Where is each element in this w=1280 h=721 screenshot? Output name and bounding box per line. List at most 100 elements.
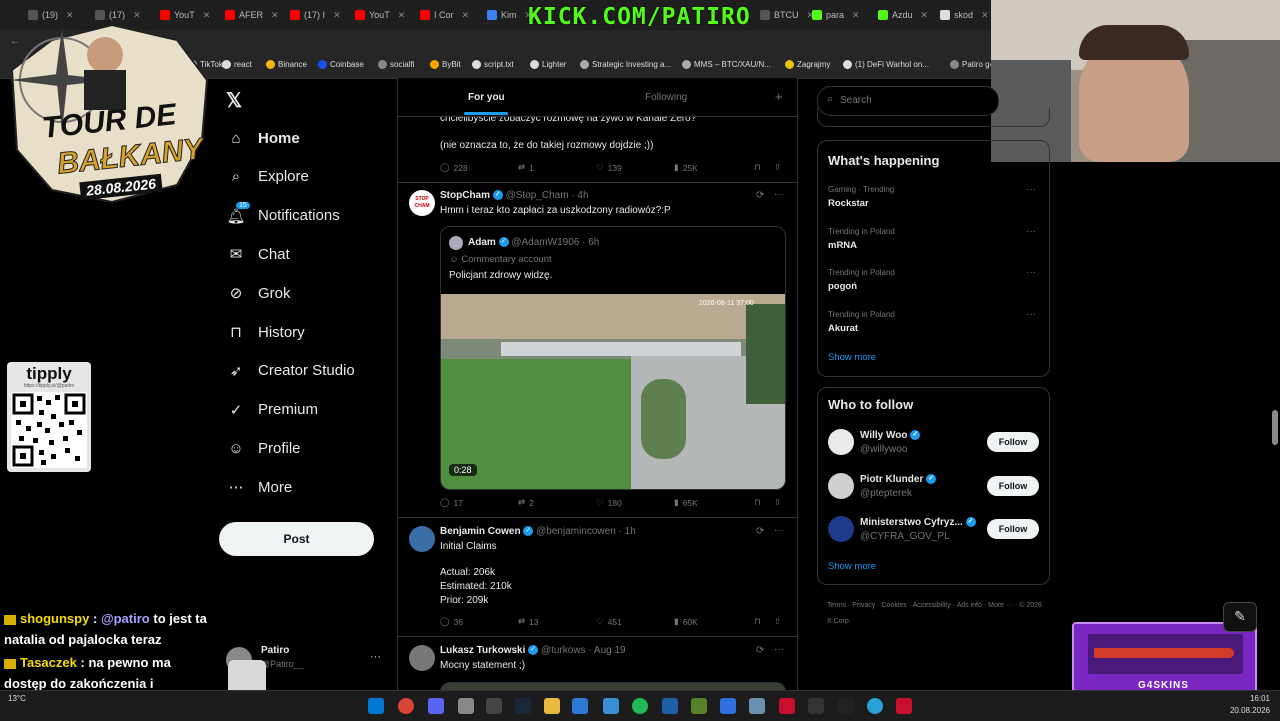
- views-button[interactable]: ▮ 60K: [674, 616, 698, 627]
- x-logo-icon[interactable]: 𝕏: [226, 88, 242, 113]
- nav-item-explore[interactable]: ⌕ Explore: [228, 165, 309, 189]
- nav-item-more[interactable]: ⋯ More: [228, 475, 293, 499]
- repost-button[interactable]: ⇄ 13: [518, 616, 539, 627]
- nav-item-premium[interactable]: ✓ Premium: [228, 398, 318, 422]
- app-icon[interactable]: [662, 698, 678, 714]
- bookmark-item[interactable]: Patiro g4: [950, 60, 994, 69]
- app-icon[interactable]: [458, 698, 474, 714]
- post-button[interactable]: Post: [219, 522, 374, 556]
- more-icon[interactable]: ···: [1026, 267, 1036, 278]
- quote-tweet[interactable]: Adam ✓ @AdamW1906 · 6h ☺ Commentary acco…: [440, 226, 786, 490]
- post-time[interactable]: · 1h: [619, 526, 636, 537]
- reply-button[interactable]: ◯ 17: [440, 497, 463, 508]
- views-button[interactable]: ▮ 65K: [674, 497, 698, 508]
- more-icon[interactable]: ···: [1026, 309, 1036, 320]
- telegram-icon[interactable]: [867, 698, 883, 714]
- scrollbar-thumb[interactable]: [1272, 410, 1278, 445]
- account-more-icon[interactable]: ···: [370, 651, 381, 663]
- nav-item-profile[interactable]: ☺ Profile: [228, 436, 300, 460]
- follow-button[interactable]: Follow: [987, 475, 1039, 496]
- more-icon[interactable]: ···: [774, 189, 784, 200]
- bookmark-item[interactable]: MMS – BTC/XAU/N...: [682, 60, 771, 69]
- app-icon[interactable]: [691, 698, 707, 714]
- bookmark-button[interactable]: ⊓: [754, 162, 761, 173]
- browser-tab[interactable]: Kim ✕: [487, 4, 532, 26]
- footer-link-more[interactable]: More ···: [988, 602, 1013, 609]
- tab-following[interactable]: Following: [645, 92, 687, 103]
- app-icon[interactable]: [572, 698, 588, 714]
- close-icon[interactable]: ✕: [462, 10, 470, 21]
- browser-tab[interactable]: (17) I ✕: [290, 4, 341, 26]
- author-handle[interactable]: @Stop_Cham: [506, 190, 569, 201]
- close-icon[interactable]: ✕: [333, 10, 341, 21]
- post-time[interactable]: · 4h: [571, 190, 588, 201]
- footer-link-terms[interactable]: Terms: [827, 602, 846, 609]
- follow-button[interactable]: Follow: [987, 519, 1039, 539]
- footer-link-cookies[interactable]: Cookies: [881, 602, 906, 609]
- like-button[interactable]: ♡ 139: [596, 162, 622, 173]
- author-name[interactable]: StopCham: [440, 190, 490, 201]
- grok-icon[interactable]: ⟳: [756, 190, 764, 201]
- close-icon[interactable]: ✕: [921, 10, 929, 21]
- show-more-link[interactable]: Show more: [828, 561, 876, 572]
- suggest-name[interactable]: Ministerstwo Cyfryz... ✓: [860, 517, 976, 528]
- nav-item-history[interactable]: ⊓ History: [228, 320, 305, 344]
- avatar[interactable]: [828, 516, 854, 542]
- app-icon[interactable]: [720, 698, 736, 714]
- follow-button[interactable]: Follow: [987, 432, 1039, 452]
- reply-button[interactable]: ◯ 36: [440, 616, 463, 627]
- nav-item-notifications[interactable]: 🔔︎ 15 Notifications: [226, 201, 340, 228]
- bookmark-item[interactable]: react: [222, 60, 252, 69]
- close-icon[interactable]: ✕: [398, 10, 406, 21]
- browser-tab[interactable]: AFER ✕: [225, 4, 279, 26]
- app-icon[interactable]: [838, 698, 854, 714]
- footer-link-privacy[interactable]: Privacy: [852, 602, 875, 609]
- share-button[interactable]: ⇧: [774, 616, 781, 627]
- like-button[interactable]: ♡ 451: [596, 616, 622, 627]
- views-button[interactable]: ▮ 25K: [674, 162, 698, 173]
- author-handle[interactable]: @turkows: [541, 645, 586, 656]
- share-button[interactable]: ⇧: [774, 162, 781, 173]
- share-button[interactable]: ⇧: [774, 497, 781, 508]
- app-icon[interactable]: [808, 698, 824, 714]
- footer-link-accessibility[interactable]: Accessibility: [913, 602, 951, 609]
- repost-button[interactable]: ⇄ 2: [518, 497, 534, 508]
- chrome-icon[interactable]: [398, 698, 414, 714]
- browser-tab[interactable]: YouT ✕: [355, 4, 405, 26]
- suggest-name[interactable]: Piotr Klunder ✓: [860, 474, 937, 485]
- browser-tab[interactable]: BTCU ✕: [760, 4, 814, 26]
- bookmark-item[interactable]: ByBit: [430, 60, 461, 69]
- app-icon[interactable]: [603, 698, 619, 714]
- bookmark-item[interactable]: script.txt: [472, 60, 514, 69]
- avatar[interactable]: [828, 429, 854, 455]
- bookmark-item[interactable]: Coinbase: [318, 60, 364, 69]
- like-button[interactable]: ♡ 180: [596, 497, 622, 508]
- avatar[interactable]: [409, 526, 435, 552]
- avatar[interactable]: [409, 645, 435, 671]
- bookmark-item[interactable]: Binance: [266, 60, 307, 69]
- post-time[interactable]: · Aug 19: [588, 645, 625, 656]
- bookmark-item[interactable]: Lighter: [530, 60, 566, 69]
- grok-chat-icon[interactable]: ✎: [1223, 602, 1257, 632]
- more-icon[interactable]: ···: [774, 525, 784, 536]
- browser-tab[interactable]: I Cor ✕: [420, 4, 469, 26]
- app-icon[interactable]: [896, 698, 912, 714]
- browser-tab[interactable]: Azdu ✕: [878, 4, 928, 26]
- more-icon[interactable]: ···: [774, 644, 784, 655]
- bookmark-button[interactable]: ⊓: [754, 497, 761, 508]
- steam-icon[interactable]: [515, 698, 531, 714]
- avatar[interactable]: STOP CHAM: [409, 190, 435, 216]
- more-icon[interactable]: ···: [1026, 184, 1036, 195]
- bookmark-item[interactable]: (1) DeFi Warhol on...: [843, 60, 929, 69]
- avatar[interactable]: [828, 472, 854, 499]
- close-icon[interactable]: ✕: [852, 10, 860, 21]
- reply-button[interactable]: ◯ 228: [440, 162, 468, 173]
- bookmark-item[interactable]: Zagrajmy: [785, 60, 830, 69]
- grok-icon[interactable]: ⟳: [756, 526, 764, 537]
- author-name[interactable]: Benjamin Cowen: [440, 526, 521, 537]
- bookmark-item[interactable]: Strategic Investing a...: [580, 60, 671, 69]
- spotify-icon[interactable]: [632, 698, 648, 714]
- folder-icon[interactable]: [544, 698, 560, 714]
- bookmark-button[interactable]: ⊓: [754, 616, 761, 627]
- add-feed-icon[interactable]: +: [775, 89, 783, 104]
